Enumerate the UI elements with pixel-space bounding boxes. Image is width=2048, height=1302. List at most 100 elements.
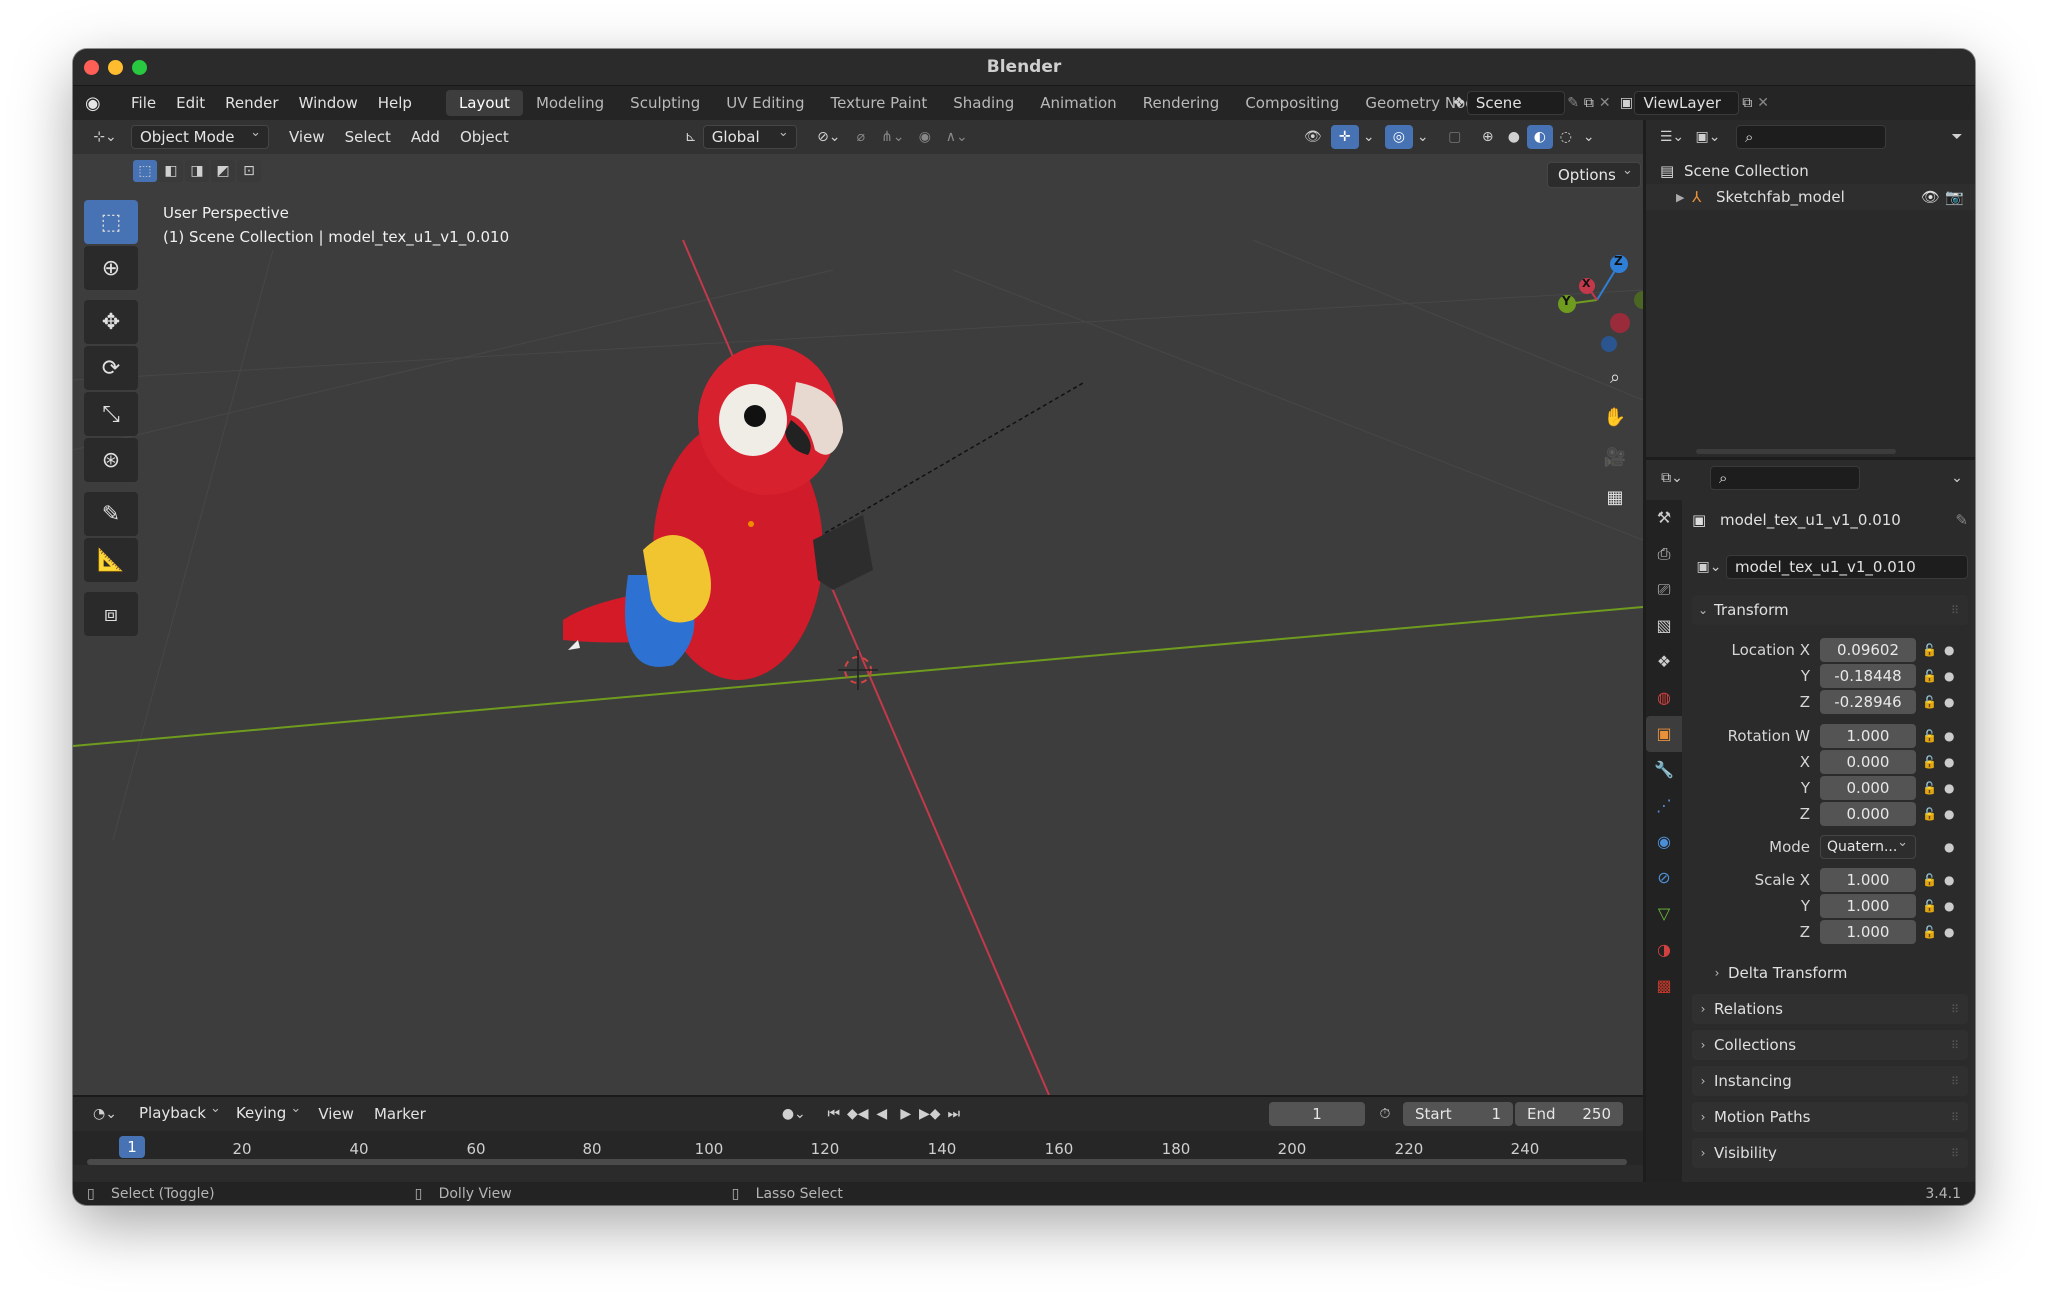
particles-tab-icon[interactable]: ⋰ — [1646, 788, 1682, 824]
rendered-shading-icon[interactable]: ◌ — [1553, 125, 1579, 149]
outliner-scrollbar[interactable] — [1696, 449, 1896, 454]
timeline-ruler[interactable]: 1 20 40 60 80 100 120 140 160 180 200 22… — [73, 1131, 1643, 1165]
select-intersect-icon[interactable]: ⊡ — [237, 160, 261, 182]
prev-keyframe-icon[interactable]: ◆◀ — [846, 1102, 870, 1126]
shading-menu-icon[interactable]: ⌄ — [1579, 125, 1599, 149]
scale-tool-icon[interactable]: ⤡ — [84, 392, 138, 436]
physics-tab-icon[interactable]: ◉ — [1646, 824, 1682, 860]
timeline-editor-type-icon[interactable]: ◔⌄ — [85, 1102, 125, 1126]
rotation-y-field[interactable]: 0.000 — [1820, 776, 1916, 800]
rotation-w-field[interactable]: 1.000 — [1820, 724, 1916, 748]
view-layer-browse-icon[interactable]: ▣ — [1619, 91, 1635, 115]
visibility-panel-header[interactable]: › Visibility ⠿ — [1692, 1138, 1968, 1168]
render-camera-icon[interactable]: 📷 — [1945, 188, 1971, 206]
scale-x-field[interactable]: 1.000 — [1820, 868, 1916, 892]
select-extend-icon[interactable]: ◧ — [159, 160, 183, 182]
drag-grip-icon[interactable]: ⠿ — [1951, 1147, 1960, 1160]
perspective-toggle-icon[interactable]: ▦ — [1597, 480, 1633, 516]
editor-type-icon[interactable]: ⊹⌄ — [85, 125, 125, 149]
tab-rendering[interactable]: Rendering — [1130, 90, 1233, 116]
location-x-field[interactable]: 0.09602 — [1820, 638, 1916, 662]
next-keyframe-icon[interactable]: ▶◆ — [918, 1102, 942, 1126]
gizmo-menu-icon[interactable]: ⌄ — [1359, 125, 1379, 149]
filter-icon[interactable]: ⏷ — [1945, 125, 1969, 149]
zoom-icon[interactable]: ⌕ — [1597, 360, 1633, 396]
transform-tool-icon[interactable]: ⊛ — [84, 438, 138, 482]
object-browse-icon[interactable]: ▣⌄ — [1692, 555, 1726, 579]
output-tab-icon[interactable]: ⎚ — [1646, 572, 1682, 608]
tab-texture-paint[interactable]: Texture Paint — [817, 90, 940, 116]
render-tab-icon[interactable]: ⎙ — [1646, 536, 1682, 572]
drag-grip-icon[interactable]: ⠿ — [1951, 1039, 1960, 1052]
camera-view-icon[interactable]: 🎥 — [1597, 440, 1633, 476]
menu-help[interactable]: Help — [368, 94, 422, 112]
keying-menu[interactable]: Keying — [228, 1098, 308, 1126]
keyframe-dot-icon[interactable]: ● — [1944, 781, 1956, 795]
lock-icon[interactable]: 🔓 — [1922, 807, 1944, 821]
pan-hand-icon[interactable]: ✋ — [1597, 400, 1633, 436]
measure-tool-icon[interactable]: 📐 — [84, 538, 138, 582]
jump-start-icon[interactable]: ⏮ — [822, 1102, 846, 1126]
scene-tab-icon[interactable]: ❖ — [1646, 644, 1682, 680]
falloff-icon[interactable]: ∧⌄ — [939, 125, 975, 149]
keyframe-dot-icon[interactable]: ● — [1944, 807, 1956, 821]
rotation-x-field[interactable]: 0.000 — [1820, 750, 1916, 774]
drag-grip-icon[interactable]: ⠿ — [1951, 604, 1960, 617]
lock-icon[interactable]: 🔓 — [1922, 899, 1944, 913]
lock-icon[interactable]: 🔓 — [1922, 729, 1944, 743]
timeline-menu-view[interactable]: View — [308, 1105, 364, 1123]
keyframe-dot-icon[interactable]: ● — [1944, 695, 1956, 709]
select-invert-icon[interactable]: ◩ — [211, 160, 235, 182]
3d-viewport[interactable]: Z Y X ⊹⌄ Object Mode View Select Add Obj… — [73, 120, 1643, 1095]
lock-icon[interactable]: 🔓 — [1922, 781, 1944, 795]
viewport-menu-add[interactable]: Add — [401, 128, 450, 146]
end-frame-field[interactable]: End 250 — [1515, 1102, 1623, 1126]
wireframe-shading-icon[interactable]: ⊕ — [1475, 125, 1501, 149]
object-tab-icon[interactable]: ▣ — [1646, 716, 1682, 752]
drag-grip-icon[interactable]: ⠿ — [1951, 1111, 1960, 1124]
expand-chevron-icon[interactable]: ▶ — [1676, 191, 1692, 204]
tab-layout[interactable]: Layout — [445, 90, 523, 116]
menu-render[interactable]: Render — [215, 94, 288, 112]
motion-paths-panel-header[interactable]: › Motion Paths ⠿ — [1692, 1102, 1968, 1132]
record-icon[interactable]: ●⌄ — [776, 1102, 812, 1126]
play-reverse-icon[interactable]: ◀ — [870, 1102, 894, 1126]
rotate-tool-icon[interactable]: ⟳ — [84, 346, 138, 390]
tab-compositing[interactable]: Compositing — [1232, 90, 1352, 116]
transform-panel-header[interactable]: ⌄ Transform ⠿ — [1692, 595, 1968, 625]
keyframe-dot-icon[interactable]: ● — [1944, 643, 1956, 657]
properties-editor-type-icon[interactable]: ⧉⌄ — [1654, 466, 1690, 490]
view-layer-tab-icon[interactable]: ▧ — [1646, 608, 1682, 644]
playback-menu[interactable]: Playback — [131, 1098, 228, 1126]
object-name-field[interactable]: model_tex_u1_v1_0.010 — [1726, 555, 1968, 579]
outliner-item-sketchfab-model[interactable]: ▶ ⅄ Sketchfab_model 👁 📷 — [1646, 184, 1975, 210]
maximize-window-button[interactable] — [132, 60, 147, 75]
material-tab-icon[interactable]: ◑ — [1646, 932, 1682, 968]
solid-shading-icon[interactable]: ● — [1501, 125, 1527, 149]
properties-options-icon[interactable]: ⌄ — [1945, 466, 1969, 490]
move-tool-icon[interactable]: ✥ — [84, 300, 138, 344]
keyframe-dot-icon[interactable]: ● — [1944, 925, 1956, 939]
keyframe-dot-icon[interactable]: ● — [1944, 873, 1956, 887]
select-new-icon[interactable]: ⬚ — [133, 160, 157, 182]
pin-panel-icon[interactable]: ✎ — [1955, 511, 1968, 529]
lock-icon[interactable]: 🔓 — [1922, 695, 1944, 709]
xray-icon[interactable]: ▢ — [1441, 125, 1469, 149]
relations-panel-header[interactable]: › Relations ⠿ — [1692, 994, 1968, 1024]
new-view-layer-icon[interactable]: ⧉ — [1739, 91, 1755, 115]
annotate-tool-icon[interactable]: ✎ — [84, 492, 138, 536]
view-layer-field[interactable]: ViewLayer — [1634, 91, 1740, 115]
keyframe-dot-icon[interactable]: ● — [1944, 729, 1956, 743]
scale-z-field[interactable]: 1.000 — [1820, 920, 1916, 944]
scene-name-field[interactable]: Scene — [1466, 91, 1566, 115]
timeline-scrollbar[interactable] — [87, 1159, 1627, 1165]
display-mode-icon[interactable]: ▣⌄ — [1690, 125, 1726, 149]
viewport-menu-object[interactable]: Object — [450, 128, 519, 146]
tab-modeling[interactable]: Modeling — [523, 90, 617, 116]
tab-sculpting[interactable]: Sculpting — [617, 90, 713, 116]
new-scene-icon[interactable]: ⧉ — [1581, 91, 1597, 115]
properties-search-field[interactable]: ⌕ — [1710, 466, 1860, 490]
visibility-icon[interactable]: 👁 — [1295, 125, 1331, 149]
start-frame-field[interactable]: Start 1 — [1403, 1102, 1513, 1126]
select-box-tool-icon[interactable]: ⬚ — [84, 200, 138, 244]
